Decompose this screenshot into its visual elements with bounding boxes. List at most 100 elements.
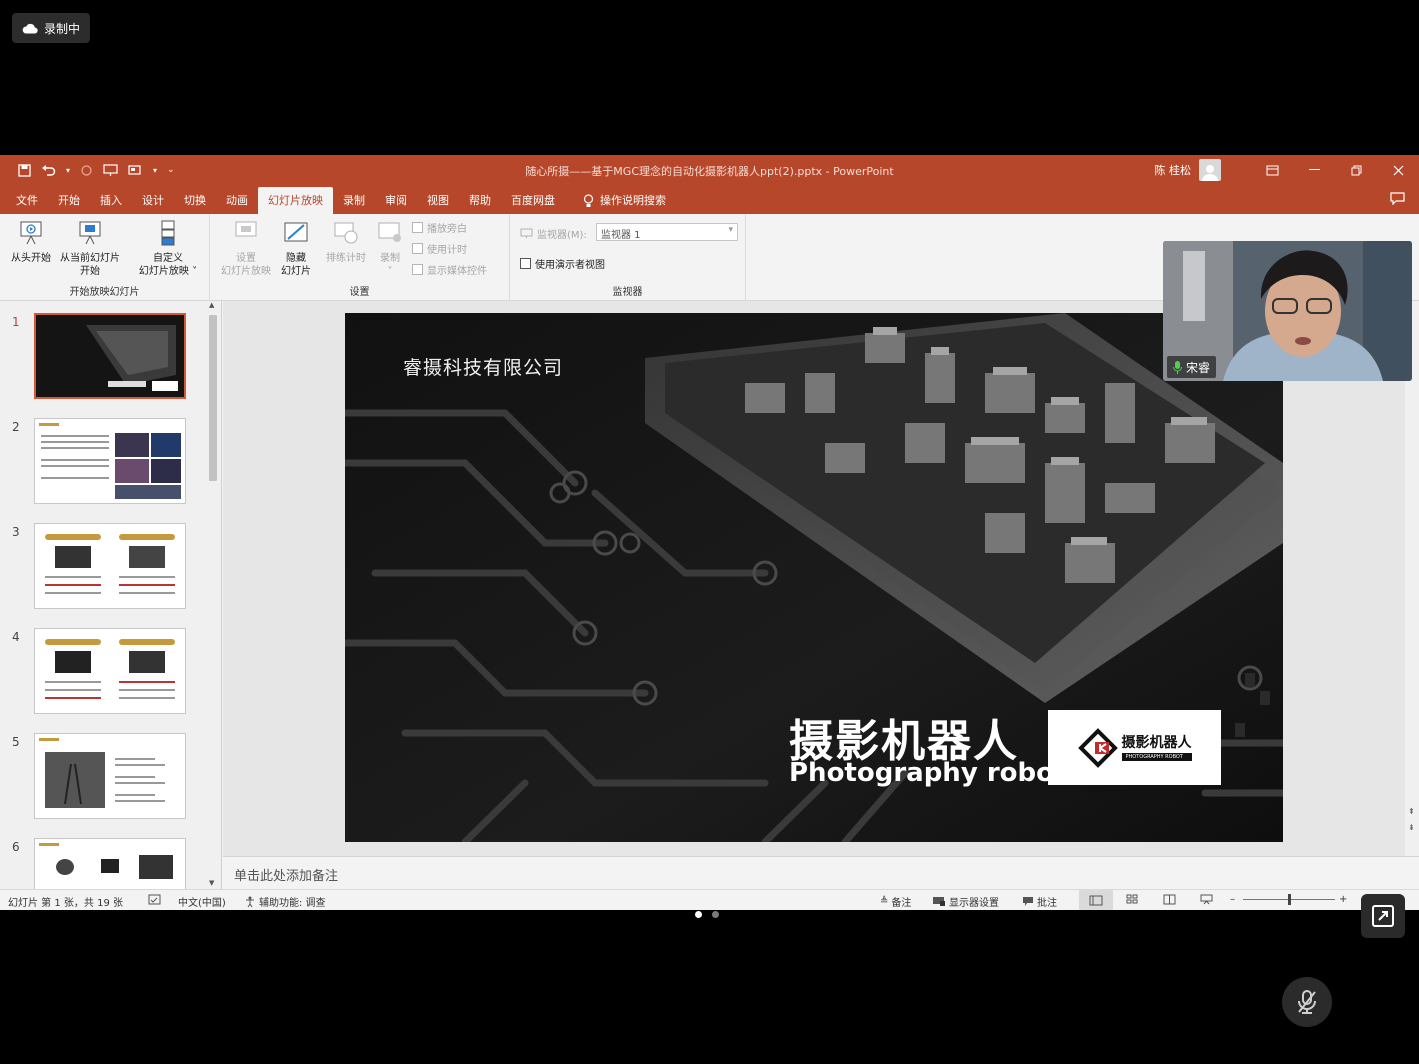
accessibility-icon	[246, 896, 254, 907]
customize-toolbar-icon[interactable]: ⌄	[167, 165, 175, 175]
reading-view-button[interactable]	[1163, 894, 1176, 905]
thumbnail-slide-2[interactable]: 2	[0, 418, 205, 508]
previous-slide-icon[interactable]: ⇞	[1408, 807, 1415, 816]
zoom-in-icon[interactable]: +	[1339, 894, 1347, 905]
from-current-button[interactable]: 从当前幻灯片 开始	[54, 220, 126, 278]
record-label: 录制	[380, 253, 400, 264]
tab-transitions[interactable]: 切换	[174, 187, 216, 214]
monitor-select[interactable]: 监视器 1 ▾	[596, 223, 738, 241]
minimize-button[interactable]	[1293, 155, 1335, 185]
record-button[interactable]: 录制 ˅	[372, 220, 408, 278]
slide-sorter-button[interactable]	[1126, 894, 1139, 905]
thumbnail-slide-1[interactable]: 1	[0, 313, 205, 403]
notes-icon: ≜	[880, 896, 889, 907]
undo-dropdown-icon[interactable]: ▾	[66, 166, 70, 175]
accessibility-status[interactable]: 辅助功能: 调查	[244, 894, 326, 909]
close-button[interactable]	[1377, 155, 1419, 185]
comments-icon[interactable]	[1390, 192, 1405, 205]
slide-scrollbar[interactable]: ⇞ ⇟	[1405, 301, 1419, 856]
notes-pane[interactable]: 单击此处添加备注	[223, 856, 1419, 889]
spellcheck-icon[interactable]	[148, 894, 161, 905]
thumbnail-image[interactable]	[34, 628, 186, 714]
use-timings-checkbox[interactable]: 使用计时	[412, 241, 467, 256]
rehearse-timings-button[interactable]: 排练计时	[320, 220, 372, 265]
thumbnail-image[interactable]	[34, 838, 186, 889]
notes-placeholder[interactable]: 单击此处添加备注	[234, 865, 338, 884]
save-icon[interactable]	[18, 163, 31, 177]
tell-me-search[interactable]: 操作说明搜索	[573, 187, 676, 214]
ribbon-display-options-button[interactable]	[1251, 155, 1293, 185]
tab-baidu-netdisk[interactable]: 百度网盘	[501, 187, 565, 214]
presenter-view-box[interactable]	[520, 258, 531, 269]
page-dot-1[interactable]	[695, 911, 702, 918]
user-avatar[interactable]	[1199, 159, 1221, 181]
slide-thumbnails-pane: 1 2 3 4 5 6 ▲ ▼	[0, 301, 222, 889]
participant-name-tag: 宋睿	[1167, 356, 1217, 378]
restore-button[interactable]	[1335, 155, 1377, 185]
redo-icon[interactable]	[80, 164, 93, 177]
thumbnail-slide-5[interactable]: 5	[0, 733, 205, 823]
thumbnail-slide-3[interactable]: 3	[0, 523, 205, 613]
page-dot-2[interactable]	[712, 911, 719, 918]
thumbnail-image[interactable]	[34, 313, 186, 399]
use-timings-box[interactable]	[412, 243, 423, 254]
zoom-slider-thumb[interactable]	[1288, 894, 1291, 905]
normal-view-icon	[1089, 895, 1103, 905]
play-narration-checkbox[interactable]: 播放旁白	[412, 220, 467, 235]
tab-home[interactable]: 开始	[48, 187, 90, 214]
scroll-up-icon[interactable]: ▲	[209, 301, 214, 309]
thumbnail-number: 1	[12, 315, 20, 329]
next-slide-icon[interactable]: ⇟	[1408, 823, 1415, 832]
tab-file[interactable]: 文件	[6, 187, 48, 214]
tab-review[interactable]: 审阅	[375, 187, 417, 214]
thumbnail-image[interactable]	[34, 733, 186, 819]
presenter-view-checkbox[interactable]: 使用演示者视图	[520, 256, 605, 271]
tab-insert[interactable]: 插入	[90, 187, 132, 214]
notes-button[interactable]: ≜ 备注	[880, 894, 911, 909]
normal-view-button[interactable]	[1079, 890, 1113, 910]
fullscreen-toggle-button[interactable]	[1361, 894, 1405, 938]
tab-record[interactable]: 录制	[333, 187, 375, 214]
play-narration-box[interactable]	[412, 222, 423, 233]
setup-slideshow-button[interactable]: 设置 幻灯片放映	[216, 220, 276, 278]
recording-indicator[interactable]: 录制中	[12, 13, 91, 43]
presenter-icon[interactable]	[103, 163, 118, 177]
undo-icon[interactable]	[41, 164, 56, 177]
tab-view[interactable]: 视图	[417, 187, 459, 214]
scroll-down-icon[interactable]: ▼	[209, 879, 214, 887]
show-media-controls-checkbox[interactable]: 显示媒体控件	[412, 262, 487, 277]
slideshow-icon[interactable]	[128, 164, 143, 177]
comments-label: 批注	[1037, 898, 1057, 909]
tab-animations[interactable]: 动画	[216, 187, 258, 214]
participant-video[interactable]: 宋睿	[1163, 241, 1412, 381]
tab-design[interactable]: 设计	[132, 187, 174, 214]
logo-text: 摄影机器人	[1121, 734, 1192, 751]
tab-help[interactable]: 帮助	[459, 187, 501, 214]
comments-button[interactable]: 批注	[1022, 894, 1057, 909]
ribbon-options-icon	[1266, 165, 1278, 175]
thumbnail-image[interactable]	[34, 418, 186, 504]
thumbnails-scroll-thumb[interactable]	[209, 315, 217, 481]
thumbnail-number: 3	[12, 525, 20, 539]
thumbnail-slide-6[interactable]: 6	[0, 838, 205, 889]
hide-slide-button[interactable]: 隐藏 幻灯片	[276, 220, 316, 278]
tab-slideshow[interactable]: 幻灯片放映	[258, 187, 333, 214]
microphone-icon	[1173, 360, 1182, 374]
zoom-out-icon[interactable]: –	[1230, 894, 1235, 905]
display-settings-button[interactable]: 显示器设置	[932, 894, 999, 909]
custom-slideshow-button[interactable]: 自定义 幻灯片放映 ˅	[132, 220, 204, 278]
slideshow-view-button[interactable]	[1200, 894, 1213, 905]
language-indicator[interactable]: 中文(中国)	[178, 894, 226, 909]
from-beginning-button[interactable]: 从头开始	[6, 220, 56, 265]
mute-microphone-button[interactable]	[1282, 977, 1332, 1027]
current-slide[interactable]: 睿摄科技有限公司 摄影机器人 Photography robot 摄影机器人 P…	[345, 313, 1283, 842]
show-media-box[interactable]	[412, 264, 423, 275]
display-settings-label: 显示器设置	[949, 898, 999, 909]
slideshow-dropdown-icon[interactable]: ▾	[153, 166, 157, 175]
thumbnails-scrollbar[interactable]: ▲ ▼	[206, 301, 220, 889]
monitor-select-value: 监视器 1	[601, 230, 641, 241]
user-name[interactable]: 陈 桂松	[1155, 162, 1192, 178]
thumbnail-image[interactable]	[34, 523, 186, 609]
thumbnail-slide-4[interactable]: 4	[0, 628, 205, 718]
monitor-icon	[520, 228, 533, 238]
